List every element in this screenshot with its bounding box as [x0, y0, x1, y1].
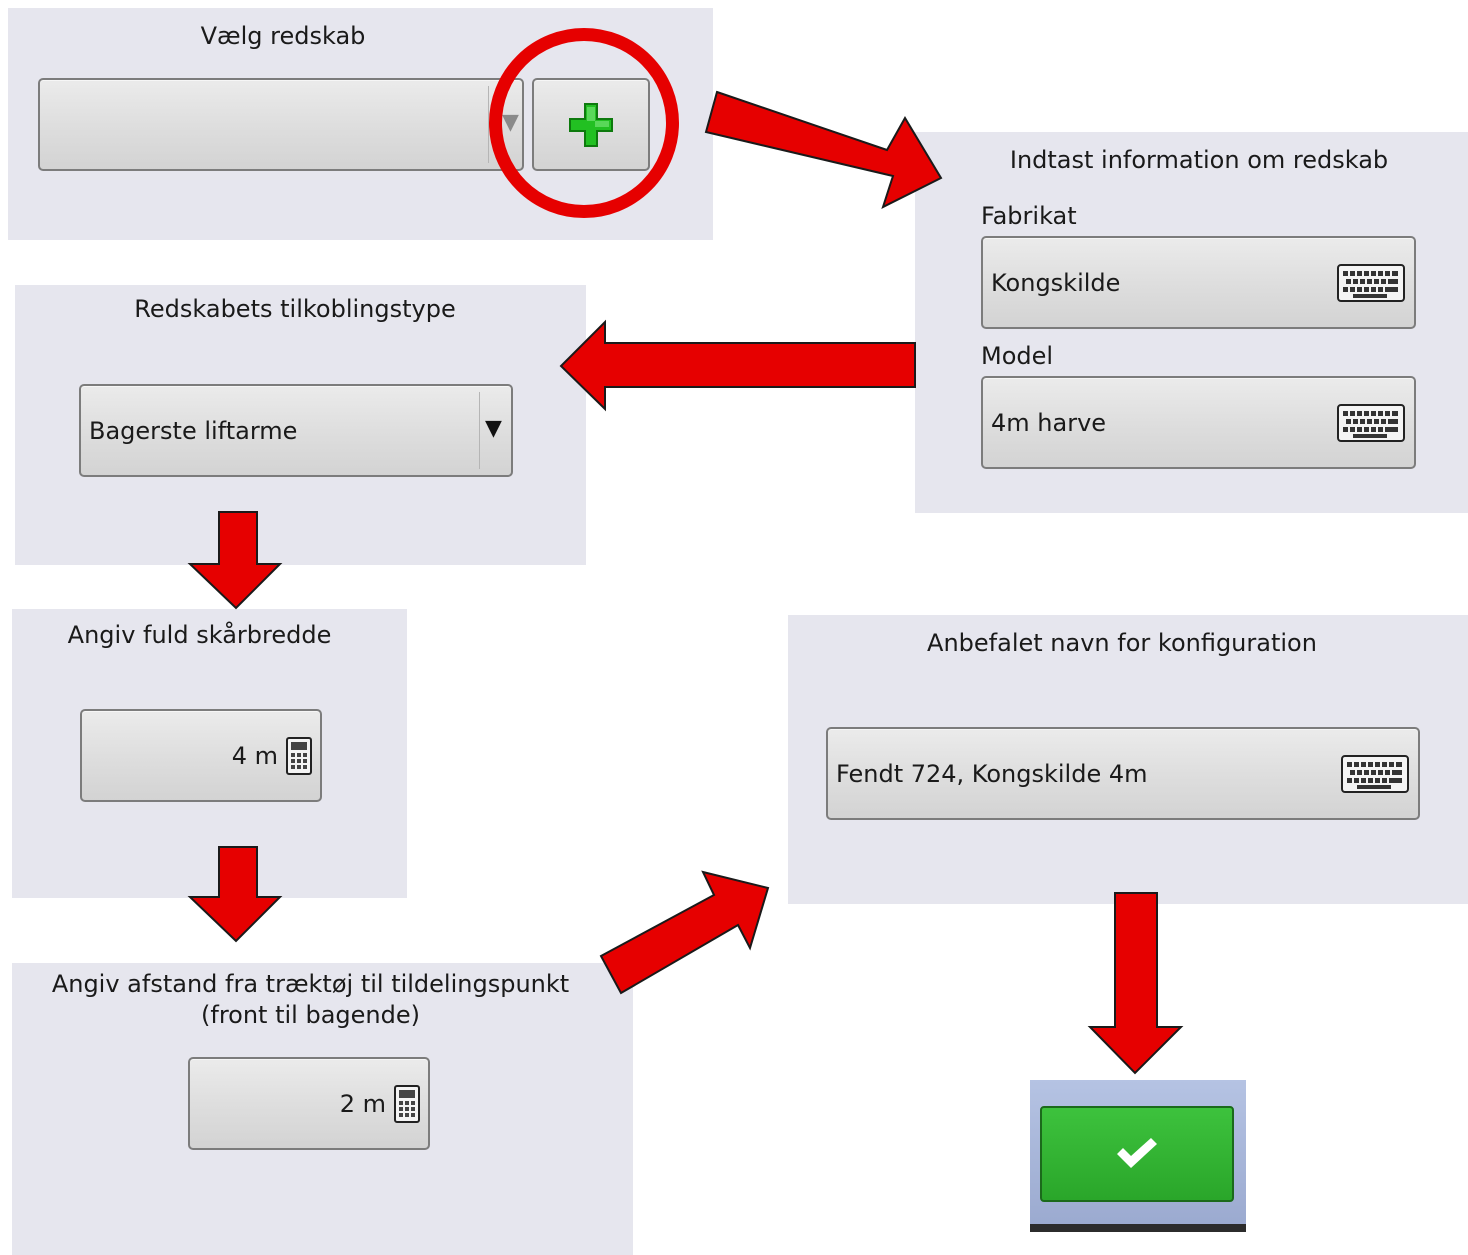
- dropdown-arrow-icon: ▼: [485, 416, 502, 441]
- dropdown-separator: [479, 392, 480, 469]
- working-width-value: 4 m: [231, 741, 278, 770]
- model-field[interactable]: 4m harve: [981, 376, 1416, 469]
- make-field-value: Kongskilde: [991, 268, 1121, 297]
- calculator-icon[interactable]: [286, 736, 312, 775]
- arrow-to-info: [704, 90, 943, 209]
- hitch-type-value: Bagerste liftarme: [89, 416, 298, 445]
- implement-info-panel: Indtast information om redskab Fabrikat …: [915, 132, 1468, 513]
- hitch-distance-panel: Angiv afstand fra træktøj til tildelings…: [12, 963, 633, 1255]
- make-field[interactable]: Kongskilde: [981, 236, 1416, 329]
- config-name-title: Anbefalet navn for konfiguration: [927, 629, 1317, 657]
- working-width-title: Angiv fuld skårbredde: [67, 621, 332, 649]
- confirm-bar-edge: [1030, 1224, 1246, 1232]
- calculator-icon[interactable]: [394, 1084, 420, 1123]
- implement-info-title: Indtast information om redskab: [1009, 146, 1389, 174]
- arrow-to-confirm: [1087, 892, 1184, 1075]
- hitch-type-dropdown[interactable]: Bagerste liftarme ▼: [79, 384, 513, 477]
- select-implement-title: Vælg redskab: [200, 22, 366, 50]
- working-width-panel: Angiv fuld skårbredde 4 m: [12, 609, 407, 898]
- keyboard-icon[interactable]: [1337, 403, 1405, 442]
- config-name-panel: Anbefalet navn for konfiguration Fendt 7…: [788, 615, 1468, 904]
- checkmark-icon: [1117, 1138, 1157, 1168]
- confirm-bar: [1030, 1080, 1246, 1232]
- arrow-to-hitch-type: [559, 319, 916, 412]
- implement-dropdown[interactable]: ▼: [38, 78, 524, 171]
- keyboard-icon[interactable]: [1337, 263, 1405, 302]
- highlight-circle: [489, 28, 679, 218]
- keyboard-icon[interactable]: [1341, 754, 1409, 793]
- working-width-field[interactable]: 4 m: [80, 709, 322, 802]
- hitch-distance-value: 2 m: [339, 1089, 386, 1118]
- config-name-field[interactable]: Fendt 724, Kongskilde 4m: [826, 727, 1420, 820]
- model-field-value: 4m harve: [991, 408, 1107, 437]
- make-label: Fabrikat: [981, 202, 1077, 230]
- hitch-distance-title-line2: (front til bagende): [201, 1001, 420, 1029]
- hitch-distance-title-line1: Angiv afstand fra træktøj til tildelings…: [51, 970, 570, 998]
- hitch-type-panel: Redskabets tilkoblingstype Bagerste lift…: [15, 285, 586, 565]
- hitch-distance-field[interactable]: 2 m: [188, 1057, 430, 1150]
- model-label: Model: [981, 342, 1054, 370]
- hitch-type-title: Redskabets tilkoblingstype: [134, 295, 456, 323]
- config-name-value: Fendt 724, Kongskilde 4m: [836, 759, 1148, 788]
- confirm-button[interactable]: [1040, 1106, 1234, 1202]
